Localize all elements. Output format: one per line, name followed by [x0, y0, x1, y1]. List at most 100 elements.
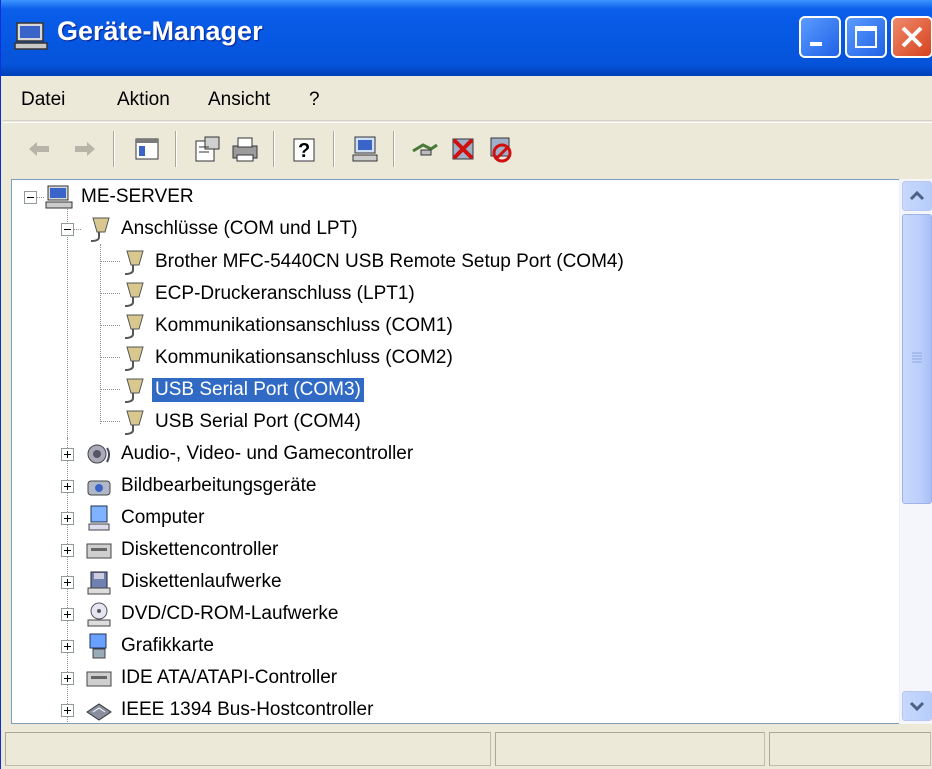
port-connector-icon [124, 250, 144, 275]
chevron-up-icon [909, 190, 925, 201]
back-icon[interactable] [23, 133, 55, 165]
menu-aktion[interactable]: Aktion [117, 89, 170, 111]
menu-datei[interactable]: Datei [21, 89, 65, 111]
expand-toggle[interactable] [61, 672, 74, 685]
toolbar-separator [393, 131, 395, 167]
tree-category[interactable]: Diskettenlaufwerke [85, 566, 285, 598]
floppy-drive-icon [87, 571, 111, 595]
tree-item-label: USB Serial Port (COM4) [155, 411, 361, 432]
expand-toggle[interactable] [61, 480, 74, 493]
minimize-button[interactable] [799, 16, 841, 58]
window-title: Geräte-Manager [57, 16, 263, 46]
tree-category-label: Audio-, Video- und Gamecontroller [121, 443, 414, 464]
properties-icon[interactable] [191, 133, 223, 165]
toolbar-separator [113, 131, 115, 167]
show-hide-tree-icon[interactable] [131, 133, 163, 165]
display-adapter-icon [89, 633, 107, 659]
tree-item-label: Brother MFC-5440CN USB Remote Setup Port… [155, 251, 624, 272]
computer-icon [45, 185, 73, 209]
scroll-up-button[interactable] [902, 181, 932, 211]
port-connector-icon [124, 410, 144, 435]
floppy-controller-icon [86, 543, 112, 559]
tree-category-label: Computer [121, 507, 205, 528]
maximize-button[interactable] [845, 16, 887, 58]
scroll-down-button[interactable] [902, 691, 932, 721]
tree-category[interactable]: DVD/CD-ROM-Laufwerke [85, 598, 341, 630]
expand-toggle[interactable] [61, 544, 74, 557]
status-bar [3, 728, 932, 769]
minimize-icon [810, 42, 822, 46]
expand-toggle[interactable] [61, 448, 74, 461]
tree-category-label: Diskettencontroller [121, 539, 279, 560]
tree-category-label: IDE ATA/ATAPI-Controller [121, 667, 338, 688]
camera-icon [87, 480, 111, 496]
close-button[interactable] [891, 16, 932, 58]
tree-item-label: ECP-Druckeranschluss (LPT1) [155, 283, 415, 304]
disable-icon[interactable] [485, 133, 517, 165]
menu-ansicht[interactable]: Ansicht [208, 89, 270, 111]
ide-controller-icon [86, 671, 112, 687]
computer-icon [14, 22, 48, 50]
tree-root[interactable]: ME-SERVER [45, 181, 197, 213]
svg-text:?: ? [298, 140, 310, 162]
tree-item-port[interactable]: Kommunikationsanschluss (COM1) [119, 310, 456, 342]
tree-category-label: Bildbearbeitungsgeräte [121, 475, 317, 496]
menu-bar: Datei Aktion Ansicht ? [3, 80, 932, 121]
status-panel [5, 732, 491, 766]
tree-category[interactable]: Bildbearbeitungsgeräte [85, 470, 319, 502]
tree-item-label: Kommunikationsanschluss (COM2) [155, 347, 453, 368]
maximize-icon [855, 26, 877, 48]
close-icon [901, 26, 923, 48]
chevron-down-icon [909, 701, 925, 712]
port-connector-icon [90, 217, 110, 242]
expand-toggle[interactable] [61, 576, 74, 589]
tree-category[interactable]: Grafikkarte [85, 630, 217, 662]
vertical-scrollbar[interactable] [899, 179, 932, 724]
tree-category[interactable]: IDE ATA/ATAPI-Controller [85, 662, 340, 694]
forward-icon[interactable] [69, 133, 101, 165]
tree-category-label: DVD/CD-ROM-Laufwerke [121, 603, 339, 624]
computer-icon [88, 505, 110, 531]
uninstall-icon[interactable] [447, 133, 479, 165]
firewire-icon [86, 703, 112, 721]
toolbar-separator [333, 131, 335, 167]
tree-item-port[interactable]: ECP-Druckeranschluss (LPT1) [119, 278, 418, 310]
port-connector-icon [124, 282, 144, 307]
tree-item-port-selected[interactable]: USB Serial Port (COM3) [119, 374, 365, 406]
print-icon[interactable] [229, 133, 261, 165]
cd-drive-icon [87, 602, 111, 627]
menu-help[interactable]: ? [309, 89, 320, 111]
tree-category[interactable]: IEEE 1394 Bus-Hostcontroller [85, 694, 376, 723]
tree-category[interactable]: Computer [85, 502, 207, 534]
update-driver-icon[interactable] [409, 133, 441, 165]
expand-toggle[interactable] [61, 608, 74, 621]
title-bar[interactable]: Geräte-Manager [1, 0, 932, 76]
tree-category[interactable]: Audio-, Video- und Gamecontroller [85, 438, 416, 470]
speaker-icon [87, 444, 110, 464]
tree-item-label: USB Serial Port (COM3) [151, 377, 365, 403]
status-panel [769, 732, 931, 766]
help-icon[interactable]: ? [289, 133, 321, 165]
tree-item-port[interactable]: Kommunikationsanschluss (COM2) [119, 342, 456, 374]
scan-hardware-icon[interactable] [349, 133, 381, 165]
device-tree[interactable]: ME-SERVER Anschlüsse (COM und LPT) Broth… [11, 179, 932, 724]
toolbar-separator [273, 131, 275, 167]
tree-item-port[interactable]: Brother MFC-5440CN USB Remote Setup Port… [119, 246, 627, 278]
toolbar-separator [175, 131, 177, 167]
grip-icon [912, 352, 922, 363]
device-manager-window: Geräte-Manager Datei Aktion Ansicht ? ? [0, 0, 932, 769]
expand-toggle[interactable] [61, 704, 74, 717]
scroll-thumb[interactable] [902, 214, 932, 504]
tree-root-label: ME-SERVER [81, 186, 194, 207]
expand-toggle[interactable] [61, 640, 74, 653]
toolbar: ? [3, 122, 932, 175]
port-connector-icon [124, 314, 144, 339]
tree-item-port[interactable]: USB Serial Port (COM4) [119, 406, 364, 438]
port-connector-icon [124, 346, 144, 371]
tree-item-label: Kommunikationsanschluss (COM1) [155, 315, 453, 336]
tree-group-ports[interactable]: Anschlüsse (COM und LPT) [85, 213, 361, 245]
expand-toggle[interactable] [61, 512, 74, 525]
tree-category-label: Diskettenlaufwerke [121, 571, 282, 592]
tree-category[interactable]: Diskettencontroller [85, 534, 281, 566]
tree-category-label: IEEE 1394 Bus-Hostcontroller [121, 699, 374, 720]
